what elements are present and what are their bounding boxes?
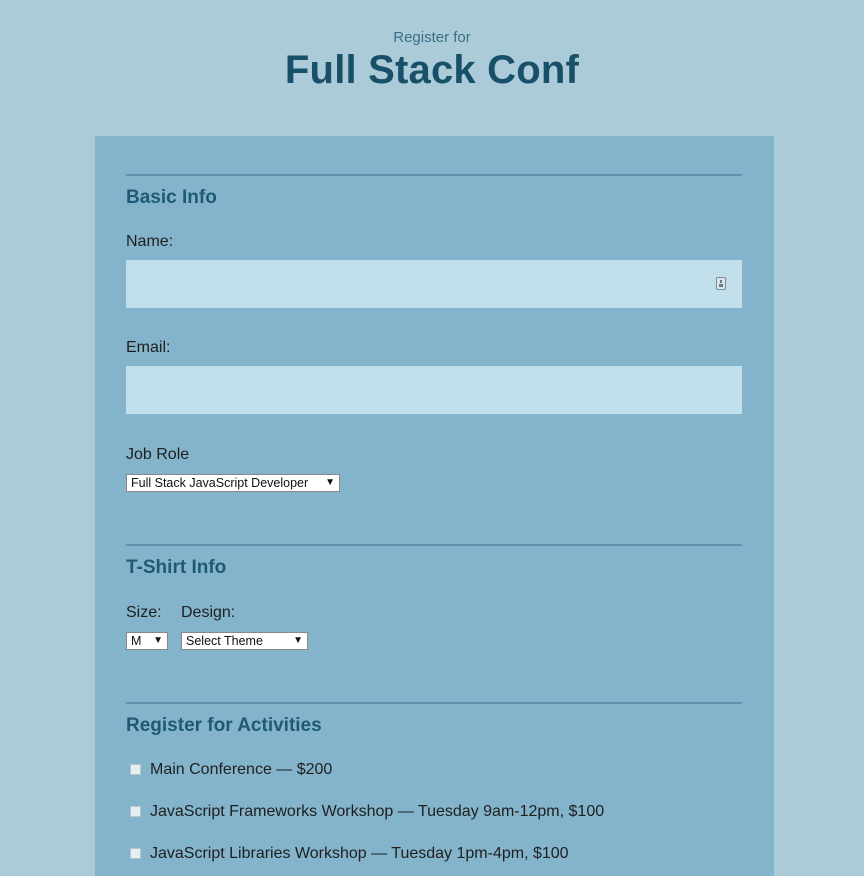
page-subtitle: Register for bbox=[393, 29, 471, 46]
basic-info-heading: Basic Info bbox=[126, 187, 217, 208]
size-label: Size: bbox=[126, 604, 162, 621]
chevron-down-icon: ▼ bbox=[153, 635, 163, 646]
section-divider bbox=[126, 544, 742, 546]
design-label: Design: bbox=[181, 604, 236, 621]
section-divider bbox=[126, 702, 742, 704]
section-divider bbox=[126, 174, 742, 176]
job-role-selected-value: Full Stack JavaScript Developer bbox=[131, 476, 309, 490]
chevron-down-icon: ▼ bbox=[293, 635, 303, 646]
size-selected-value: M bbox=[131, 634, 142, 648]
registration-form: Basic Info Name: Email: Job Role Full St… bbox=[95, 136, 774, 876]
activities-heading: Register for Activities bbox=[126, 715, 322, 736]
js-libraries-checkbox[interactable] bbox=[130, 848, 141, 859]
size-select[interactable]: M ▼ bbox=[126, 632, 168, 650]
js-frameworks-checkbox[interactable] bbox=[130, 806, 141, 817]
contact-card-icon[interactable] bbox=[716, 277, 726, 290]
email-field[interactable] bbox=[126, 366, 742, 414]
activity-label: Main Conference — $200 bbox=[150, 761, 333, 778]
main-conference-checkbox[interactable] bbox=[130, 764, 141, 775]
design-selected-value: Select Theme bbox=[186, 634, 263, 648]
design-select[interactable]: Select Theme ▼ bbox=[181, 632, 308, 650]
name-field[interactable] bbox=[126, 260, 742, 308]
chevron-down-icon: ▼ bbox=[325, 477, 335, 488]
page-title: Full Stack Conf bbox=[284, 48, 580, 92]
job-role-label: Job Role bbox=[126, 446, 190, 463]
email-label: Email: bbox=[126, 339, 171, 356]
job-role-select[interactable]: Full Stack JavaScript Developer ▼ bbox=[126, 474, 340, 492]
name-label: Name: bbox=[126, 233, 174, 250]
activity-label: JavaScript Libraries Workshop — Tuesday … bbox=[150, 845, 569, 862]
activity-label: JavaScript Frameworks Workshop — Tuesday… bbox=[150, 803, 605, 820]
tshirt-info-heading: T-Shirt Info bbox=[126, 557, 227, 578]
